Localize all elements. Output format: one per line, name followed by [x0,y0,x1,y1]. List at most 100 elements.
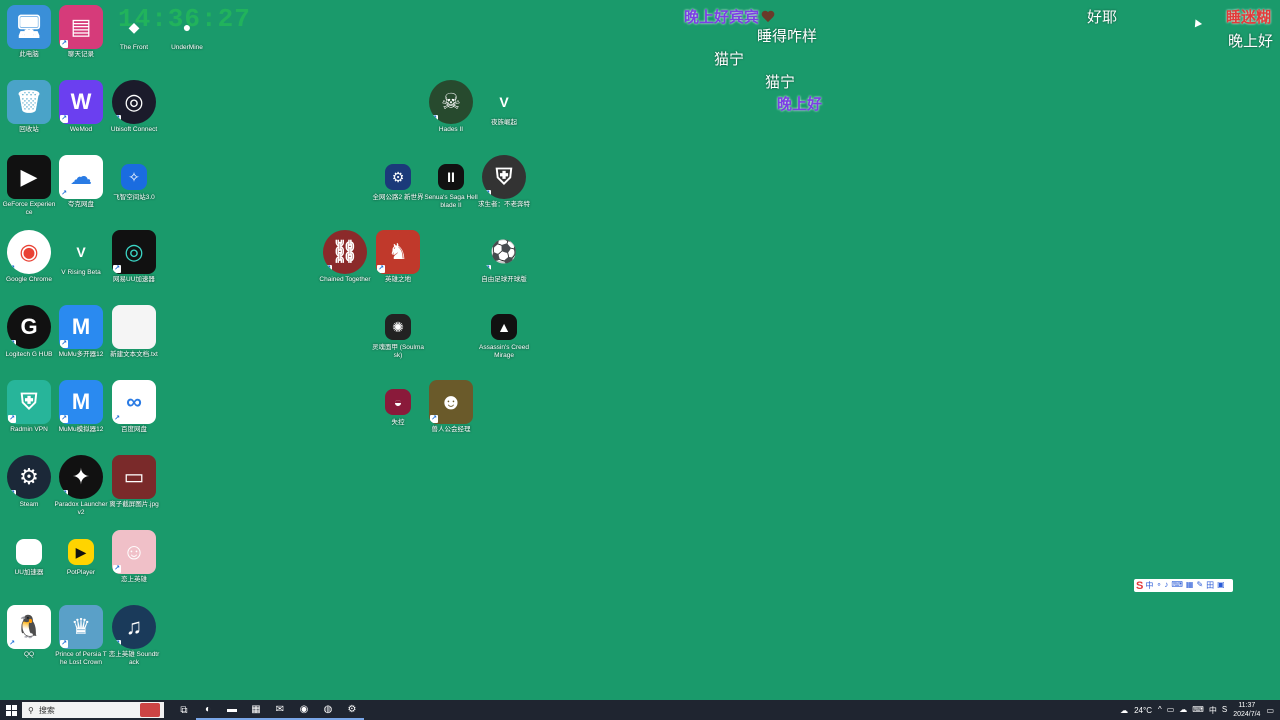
desktop-icon-radmin-vpn[interactable]: ⛨ ↗ Radmin VPN [0,375,58,434]
desktop-icon-potplayer[interactable]: ▶↗ PotPlayer [52,525,110,577]
desktop-icon-hellblade-2[interactable]: II↗ Senua's Saga Hellblade II [422,150,480,210]
tray-icon[interactable]: ^ [1158,705,1162,716]
icon-glyph: ▶ [20,164,38,189]
prince-persia-icon: ♛ ↗ [59,605,103,649]
desktop-icon-logitech[interactable]: G ↗ Logitech G HUB [0,300,58,359]
taskbar-obs-icon[interactable]: ◍ [316,700,340,720]
search-highlight-icon [140,703,160,717]
icon-glyph: M [71,389,91,414]
desktop-icon-label: Steam [19,501,39,508]
desktop-icon-label: 英雄之地 [385,276,411,283]
desktop-icon-lianyu[interactable]: ☺ ↗ 恋上英雄 [105,525,163,584]
desktop-icon-v-rising-dash[interactable]: V↗ 夜族崛起 [475,75,533,127]
desktop-icon-v-rising-beta[interactable]: V↗ V Rising Beta [52,225,110,277]
taskbar-task-view-icon[interactable]: ⧉ [172,700,196,720]
danmaku-comment: 猫宁 [714,48,744,69]
danmaku-text: 猫宁 [714,51,745,68]
ime-toolbar[interactable]: S 中 ∘ ♪ ⌨ ▦ ✎ 田 ▣ [1134,579,1233,592]
danmaku-comment: 晚上好宾宾 [684,6,775,27]
desktop-icon-netease-uu[interactable]: ◎ ↗ 网易UU加速器 [105,225,163,284]
ime-tool-icon[interactable]: ⌨ [1171,580,1183,591]
start-button[interactable] [0,700,22,720]
desktop-icon-chrome[interactable]: ◉ ↗ Google Chrome [0,225,58,284]
desktop-icon-geforce[interactable]: ▶ GeForce Experience [0,150,58,217]
desktop-icon-new-text[interactable]: 新建文本文档.txt [105,300,163,359]
tray-icon[interactable]: 中 [1209,705,1217,716]
weather-text[interactable]: 24°C [1134,706,1152,715]
icon-glyph: ☁ [70,164,92,189]
icon-glyph: ∞ [126,389,142,414]
shortcut-arrow-icon: ↗ [8,490,16,498]
icon-glyph: ◉ [19,239,39,264]
danmaku-text: 猫宁 [765,74,796,91]
tray-icon[interactable]: ☁ [1179,705,1187,716]
taskbar-chrome-task-icon[interactable]: ◉ [292,700,316,720]
desktop-icon-chained-together[interactable]: ⛓ ↗ Chained Together [316,225,374,284]
ime-tool-icon[interactable]: ∘ [1156,580,1161,591]
ime-tool-icon[interactable]: ▣ [1217,580,1225,591]
desktop-icon-prince-persia[interactable]: ♛ ↗ Prince of Persia The Lost Crown [52,600,110,667]
desktop-icon-yingxiong[interactable]: ♞ ↗ 英雄之地 [369,225,427,284]
desktop-icon-baidu-netdisk[interactable]: ∞ ↗ 百度网盘 [105,375,163,434]
desktop-icon-label: 夜族崛起 [491,119,517,126]
desktop-icon-hades-2[interactable]: ☠ ↗ Hades II [422,75,480,134]
taskbar-store-icon[interactable]: ▦ [244,700,268,720]
desktop-icon-wemod[interactable]: W ↗ WeMod [52,75,110,134]
desktop-icon-undermine[interactable]: ●↗ UnderMine [158,0,216,52]
ime-tool-icon[interactable]: ▦ [1186,580,1194,591]
desktop-icon-qq[interactable]: 🐧 ↗ QQ [0,600,58,659]
shortcut-arrow-icon: ↗ [113,565,121,573]
ime-tool-icon[interactable]: 中 [1145,580,1153,591]
desktop-icon-label: QQ [23,651,35,658]
ime-tool-icon[interactable]: ✎ [1196,580,1203,591]
desktop-icon-mumu-multi[interactable]: M ↗ MuMu多开器12 [52,300,110,359]
desktop-icon-quanmin-gonglue[interactable]: ⚙↗ 全网公路2 新世界 [369,150,427,202]
taskbar-mail-icon[interactable]: ✉ [268,700,292,720]
ime-tool-icon[interactable]: 田 [1206,580,1214,591]
desktop-icon-mumu-emu[interactable]: M ↗ MuMu模拟器12 [52,375,110,434]
notification-icon[interactable]: ▭ [1266,706,1274,715]
desktop-icon-orc-guild[interactable]: ☻ ↗ 兽人公会经理 [422,375,480,434]
tray-icon[interactable]: ▭ [1167,705,1175,716]
desktop-icon-chat-record[interactable]: ▤ ↗ 聊天记录 [52,0,110,59]
tray-icons: ^ ▭ ☁ ⌨ 中 S [1158,705,1227,716]
desktop-icon-paradox[interactable]: ✦ ↗ Paradox Launcher v2 [52,450,110,517]
desktop-icon-fuli-sheng[interactable]: ⛨ ↗ 求生者：不老奔特 [475,150,533,209]
fuli-sheng-icon: ⛨ ↗ [482,155,526,199]
steam-icon: ⚙ ↗ [7,455,51,499]
taskbar-clock[interactable]: 11:37 2024/7/4 [1233,701,1260,719]
desktop-icon-lianyu-ost[interactable]: ♫ ↗ 恋上英雄 Soundtrack [105,600,163,667]
desktop-icon-sanjiao[interactable]: ◒↗ 失控 [369,375,427,427]
taskbar-search[interactable]: ⚲ 搜索 [22,702,164,718]
quark-drive-icon: ☁ ↗ [59,155,103,199]
desktop-icon-soulmask[interactable]: ✺↗ 灵魂面甲 (Soulmask) [369,300,427,360]
icon-glyph: ⛓ [331,239,359,264]
tray-icon[interactable]: S [1222,705,1227,716]
desktop-icon-feizhi[interactable]: ✧↗ 飞智空间站3.0 [105,150,163,202]
taskbar-edge-icon[interactable]: ◐ [196,700,220,720]
desktop-icon-football[interactable]: ⚽ ↗ 自由足球开球版 [475,225,533,284]
desktop-icon-ac-mirage[interactable]: ▲↗ Assassin's Creed Mirage [475,300,533,360]
taskbar-file-explorer-icon[interactable]: ▬ [220,700,244,720]
desktop-icon-quark-drive[interactable]: ☁ ↗ 夸克网盘 [52,150,110,209]
shortcut-arrow-icon: ↗ [8,415,16,423]
mumu-emu-icon: M ↗ [59,380,103,424]
desktop-icon-jpg-file[interactable]: ▭ 离子截屏图片.jpg [105,450,163,509]
desktop-icon-steam[interactable]: ⚙ ↗ Steam [0,450,58,509]
icon-glyph: G [20,314,38,339]
shortcut-arrow-icon: ↗ [430,115,438,123]
taskbar-steam-task-icon[interactable]: ⚙ [340,700,364,720]
danmaku-text: 晚上好宾宾 [684,9,760,26]
shortcut-arrow-icon: ↗ [113,640,121,648]
desktop-icon-recycle-bin[interactable]: 🗑 回收站 [0,75,58,134]
desktop-icon-this-pc[interactable]: 🖥 此电脑 [0,0,58,59]
shortcut-arrow-icon: ↗ [60,115,68,123]
desktop-icon-the-front[interactable]: ◆↗ The Front [105,0,163,52]
ime-tool-icon[interactable]: ♪ [1164,580,1168,591]
danmaku-comment: 猫宁 [765,71,795,92]
desktop-icon-label: 失控 [391,419,405,426]
desktop-icon-ubisoft[interactable]: ◎ ↗ Ubisoft Connect [105,75,163,134]
tray-icon[interactable]: ⌨ [1192,705,1204,716]
icon-glyph: ◎ [124,89,144,114]
desktop-icon-uu-accel[interactable]: ↗ UU加速器 [0,525,58,577]
